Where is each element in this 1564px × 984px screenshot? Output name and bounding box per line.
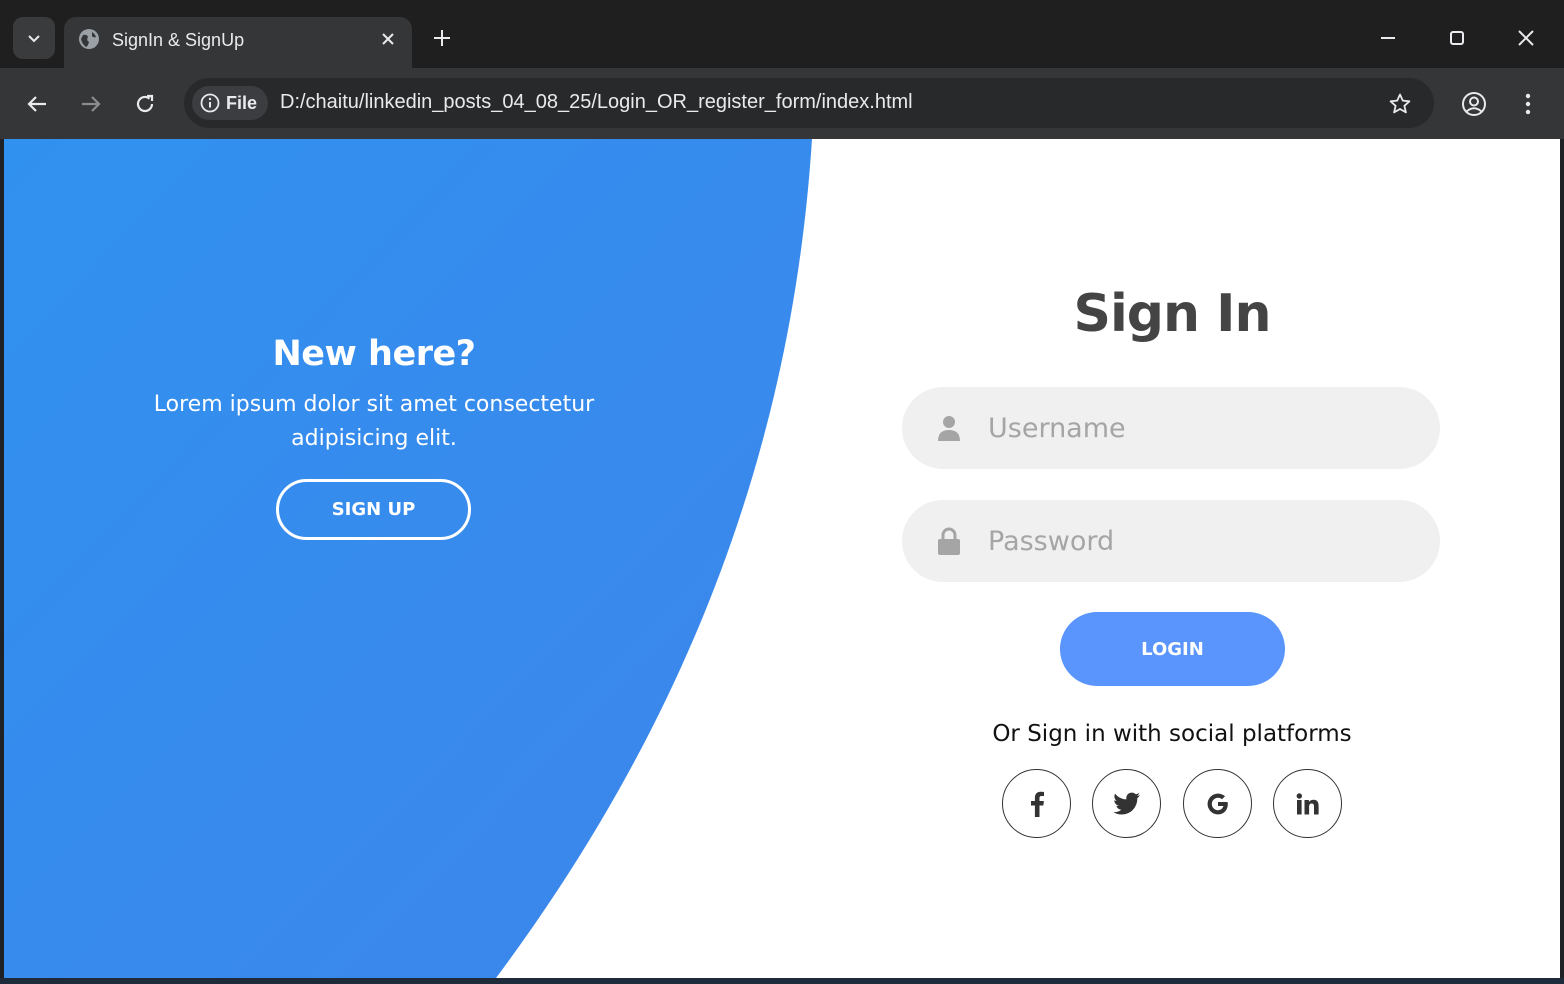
chevron-down-icon: [28, 35, 40, 43]
close-icon: [1518, 30, 1534, 46]
minimize-button[interactable]: [1372, 22, 1404, 54]
google-button[interactable]: [1183, 769, 1252, 838]
signup-promo: New here? Lorem ipsum dolor sit amet con…: [104, 334, 644, 456]
more-vertical-icon: [1525, 93, 1531, 115]
social-signin-text: Or Sign in with social platforms: [992, 721, 1352, 747]
twitter-icon: [1112, 792, 1140, 814]
tab-strip: SignIn & SignUp: [0, 0, 1564, 68]
facebook-icon: [1030, 791, 1044, 817]
tab-close-button[interactable]: [376, 27, 400, 51]
url-text[interactable]: D:/chaitu/linkedin_posts_04_08_25/Login_…: [280, 91, 913, 114]
browser-toolbar: File D:/chaitu/linkedin_posts_04_08_25/L…: [0, 68, 1564, 139]
username-field[interactable]: [902, 387, 1440, 469]
login-button[interactable]: LOGIN: [1060, 612, 1285, 686]
linkedin-icon: [1296, 792, 1319, 814]
sign-up-button[interactable]: SIGN UP: [276, 479, 471, 540]
address-bar[interactable]: File D:/chaitu/linkedin_posts_04_08_25/L…: [184, 78, 1434, 128]
tab-title: SignIn & SignUp: [112, 30, 245, 50]
maximize-icon: [1450, 31, 1464, 45]
site-chip-label: File: [226, 92, 258, 113]
username-input[interactable]: [988, 387, 1408, 469]
maximize-button[interactable]: [1441, 22, 1473, 54]
back-button[interactable]: [21, 88, 53, 120]
browser-window: SignIn & SignUp File D:/chaitu/linkedin_…: [0, 0, 1564, 984]
promo-title: New here?: [272, 334, 476, 374]
account-circle-icon: [1462, 92, 1486, 116]
password-field[interactable]: [902, 500, 1440, 582]
star-icon: [1389, 93, 1411, 114]
user-icon: [934, 413, 964, 443]
browser-tab[interactable]: SignIn & SignUp: [64, 17, 412, 68]
reload-button[interactable]: [129, 88, 161, 120]
profile-button[interactable]: [1458, 88, 1490, 120]
social-icons: [1002, 769, 1342, 839]
new-tab-button[interactable]: [428, 24, 456, 52]
sign-in-title: Sign In: [1073, 284, 1272, 344]
arrow-left-icon: [27, 96, 46, 112]
menu-button[interactable]: [1512, 88, 1544, 120]
close-icon: [382, 33, 394, 45]
password-input[interactable]: [988, 500, 1408, 582]
site-info-chip[interactable]: File: [192, 86, 268, 120]
arrow-right-icon: [82, 96, 101, 112]
close-window-button[interactable]: [1510, 22, 1542, 54]
google-icon: [1207, 793, 1228, 814]
twitter-button[interactable]: [1092, 769, 1161, 838]
linkedin-button[interactable]: [1273, 769, 1342, 838]
forward-button[interactable]: [75, 88, 107, 120]
globe-icon: [79, 29, 99, 49]
tab-search-button[interactable]: [13, 17, 55, 59]
page-content: New here? Lorem ipsum dolor sit amet con…: [4, 139, 1560, 978]
bookmark-button[interactable]: [1386, 90, 1414, 118]
plus-icon: [434, 30, 450, 46]
info-icon: [200, 93, 220, 113]
minimize-icon: [1381, 37, 1395, 39]
reload-icon: [136, 94, 154, 113]
facebook-button[interactable]: [1002, 769, 1071, 838]
promo-text: Lorem ipsum dolor sit amet consectetur a…: [153, 392, 595, 451]
taskbar-edge: [0, 978, 1564, 984]
lock-icon: [934, 526, 964, 556]
